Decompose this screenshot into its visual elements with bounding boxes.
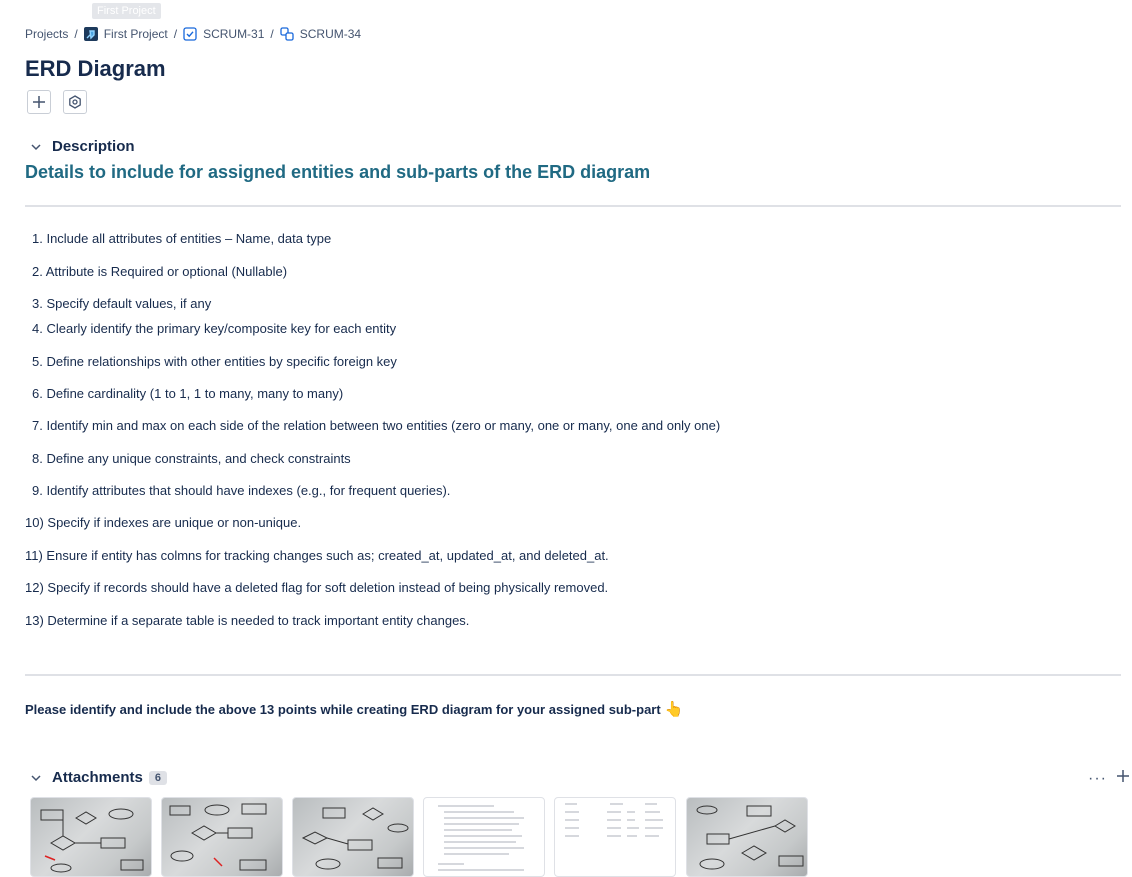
list-item: 5. Define relationships with other entit… bbox=[32, 354, 397, 369]
apps-button[interactable] bbox=[63, 90, 87, 114]
list-item: 13) Determine if a separate table is nee… bbox=[25, 613, 470, 628]
list-item: 2. Attribute is Required or optional (Nu… bbox=[32, 264, 288, 279]
list-item: 6. Define cardinality (1 to 1, 1 to many… bbox=[32, 386, 344, 401]
list-item: 11) Ensure if entity has colmns for trac… bbox=[25, 548, 609, 563]
breadcrumb-separator: / bbox=[270, 27, 274, 41]
project-rocket-icon bbox=[83, 27, 98, 41]
erd-sketch-image bbox=[40, 808, 144, 873]
list-item: 7. Identify min and max on each side of … bbox=[32, 418, 721, 433]
list-item: 10) Specify if indexes are unique or non… bbox=[25, 515, 302, 530]
breadcrumb-separator: / bbox=[74, 27, 78, 41]
instruction-note: Please identify and include the above 13… bbox=[25, 700, 683, 718]
attachments-label: Attachments bbox=[52, 769, 143, 786]
subtask-icon bbox=[280, 27, 294, 41]
list-item: 12) Specify if records should have a del… bbox=[25, 580, 609, 595]
breadcrumb-current-label[interactable]: SCRUM-34 bbox=[300, 27, 361, 41]
attachment-thumbnail[interactable] bbox=[554, 797, 676, 877]
attachment-thumbnail[interactable] bbox=[292, 797, 414, 877]
task-checkbox-icon bbox=[183, 27, 197, 41]
description-heading: Details to include for assigned entities… bbox=[25, 162, 651, 182]
list-item: 3. Specify default values, if any bbox=[32, 296, 212, 311]
add-attachment-plus-icon[interactable] bbox=[1115, 768, 1131, 784]
list-item: 9. Identify attributes that should have … bbox=[32, 483, 451, 498]
list-item: 8. Define any unique constraints, and ch… bbox=[32, 451, 351, 466]
attachment-thumbnail[interactable] bbox=[30, 797, 152, 877]
hexagon-settings-icon bbox=[69, 95, 81, 109]
attachments-toggle[interactable]: Attachments 6 bbox=[30, 769, 167, 786]
instruction-note-text: Please identify and include the above 13… bbox=[25, 701, 661, 717]
breadcrumb-parent-label[interactable]: SCRUM-31 bbox=[203, 27, 264, 41]
breadcrumb-parent-issue[interactable]: SCRUM-31 / bbox=[183, 27, 280, 41]
attachment-thumbnail[interactable] bbox=[161, 797, 283, 877]
divider bbox=[25, 674, 1121, 676]
attachment-thumbnail[interactable] bbox=[423, 797, 545, 877]
chevron-down-icon bbox=[31, 774, 41, 781]
add-button[interactable] bbox=[27, 90, 51, 114]
attachment-thumbnail[interactable] bbox=[686, 797, 808, 877]
breadcrumb-project[interactable]: First Project / bbox=[83, 27, 183, 41]
breadcrumb-tooltip: First Project bbox=[92, 3, 161, 19]
more-actions-button[interactable]: ··· bbox=[1088, 770, 1107, 788]
erd-sketch-image bbox=[696, 805, 804, 870]
breadcrumb-current-issue[interactable]: SCRUM-34 bbox=[280, 27, 361, 41]
breadcrumb-projects-label[interactable]: Projects bbox=[25, 27, 68, 41]
page-title: ERD Diagram bbox=[25, 56, 166, 81]
breadcrumb: Projects / First Project / SCRUM-31 / SC… bbox=[25, 25, 361, 43]
breadcrumb-project-label[interactable]: First Project bbox=[104, 27, 168, 41]
breadcrumb-separator: / bbox=[173, 27, 178, 41]
list-item: 4. Clearly identify the primary key/comp… bbox=[32, 321, 397, 336]
description-label: Description bbox=[52, 138, 135, 155]
attachments-count-badge: 6 bbox=[148, 770, 167, 785]
pointing-up-emoji-icon: 👆 bbox=[664, 701, 684, 718]
document-preview-image bbox=[438, 805, 524, 871]
erd-sketch-image bbox=[301, 807, 409, 870]
plus-icon bbox=[33, 96, 45, 108]
table-preview-image bbox=[565, 803, 663, 837]
erd-sketch-image bbox=[169, 803, 267, 871]
chevron-down-icon bbox=[31, 143, 41, 150]
divider bbox=[25, 205, 1121, 207]
breadcrumb-projects[interactable]: Projects / bbox=[25, 27, 84, 41]
list-item: 1. Include all attributes of entities – … bbox=[32, 231, 332, 246]
description-toggle[interactable]: Description bbox=[30, 138, 135, 155]
